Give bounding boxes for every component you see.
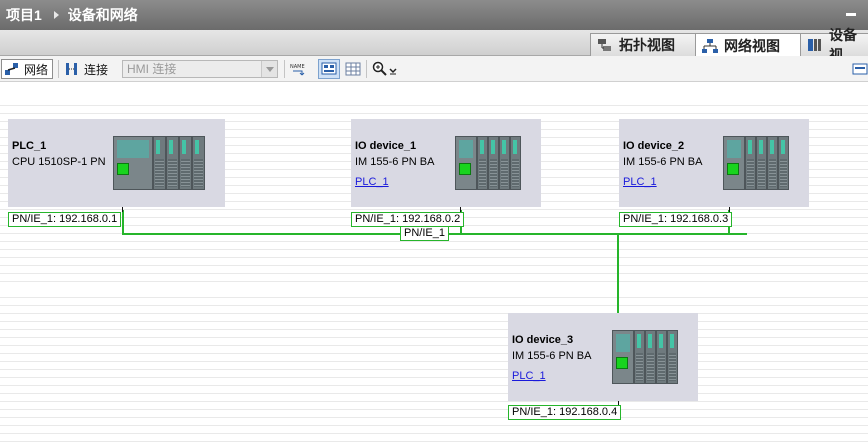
device-name: PLC_1 (12, 140, 47, 152)
ethernet-port-icon[interactable] (616, 357, 628, 369)
zoom-in-icon (372, 61, 388, 77)
connection-type-select[interactable]: HMI 连接 (122, 60, 278, 78)
zoom-dropdown-icon (388, 61, 398, 77)
network-view-canvas[interactable]: PLC_1 CPU 1510SP-1 PN IO device_1 IM 155… (0, 82, 868, 443)
topology-view-icon (597, 38, 613, 52)
grid-table-button[interactable] (345, 59, 365, 79)
tab-network-view[interactable]: 网络视图 (695, 33, 801, 57)
tab-topology-view[interactable]: 拓扑视图 (590, 33, 696, 56)
subnet-label[interactable]: PN/IE_1 (400, 226, 449, 241)
device-type: IM 155-6 PN BA (355, 156, 435, 168)
grid-band (0, 82, 868, 100)
interface-address-label[interactable]: PN/IE_1: 192.168.0.4 (508, 405, 622, 420)
show-names-button[interactable]: NAME (290, 59, 310, 79)
table-icon (345, 61, 361, 77)
panel-options-button[interactable] (852, 59, 868, 79)
device-plc-1[interactable]: PLC_1 CPU 1510SP-1 PN (8, 119, 225, 207)
tab-label: 拓扑视图 (619, 37, 675, 53)
network-icon (4, 61, 20, 77)
network-toolbar: 网络 连接 HMI 连接 NAME (0, 56, 868, 82)
network-label: 网络 (24, 62, 49, 77)
toolbar-separator (58, 60, 59, 78)
breadcrumb-arrow-icon (53, 11, 59, 19)
zoom-button[interactable] (372, 59, 402, 79)
view-tabs-bar: 拓扑视图 网络视图 设备视 (0, 27, 868, 63)
editor-title-bar: 项目1 设备和网络 (0, 0, 868, 30)
device-rack-image (723, 136, 789, 190)
minimize-icon[interactable] (846, 13, 856, 16)
connection-icon (64, 61, 80, 77)
device-name: IO device_1 (355, 140, 417, 152)
subnet-drop-plc1 (122, 210, 124, 235)
toolbar-separator (284, 60, 285, 78)
chevron-down-icon[interactable] (261, 61, 277, 77)
tab-label: 网络视图 (724, 37, 780, 54)
ethernet-port-icon[interactable] (117, 163, 129, 175)
panel-options-icon (852, 61, 868, 77)
name-icon-text: NAME (290, 64, 305, 70)
toolbar-separator (366, 60, 367, 78)
device-type: IM 155-6 PN BA (623, 156, 703, 168)
highlight-view-button[interactable] (318, 59, 340, 79)
device-type: CPU 1510SP-1 PN (12, 156, 106, 168)
device-view-icon (807, 38, 823, 52)
network-view-icon (702, 38, 718, 53)
interface-address-label[interactable]: PN/IE_1: 192.168.0.3 (619, 212, 733, 227)
assigned-controller-link[interactable]: PLC_1 (355, 176, 389, 188)
device-name: IO device_3 (512, 334, 574, 346)
device-io-device-1[interactable]: IO device_1 IM 155-6 PN BA PLC_1 (351, 119, 541, 207)
device-rack-image (612, 330, 678, 384)
page-title: 设备和网络 (67, 7, 138, 23)
name-label-icon: NAME (290, 61, 306, 77)
assigned-controller-link[interactable]: PLC_1 (512, 370, 546, 382)
view-toggle-icon (321, 61, 337, 77)
device-rack-image (113, 136, 205, 190)
interface-address-label[interactable]: PN/IE_1: 192.168.0.2 (351, 212, 465, 227)
connection-label: 连接 (84, 62, 109, 77)
assigned-controller-link[interactable]: PLC_1 (623, 176, 657, 188)
network-mode-button[interactable]: 网络 (1, 59, 54, 79)
device-io-device-3[interactable]: IO device_3 IM 155-6 PN BA PLC_1 (508, 313, 698, 401)
interface-address-label[interactable]: PN/IE_1: 192.168.0.1 (8, 212, 122, 227)
device-name: IO device_2 (623, 140, 685, 152)
connection-mode-button[interactable]: 连接 (64, 59, 108, 79)
device-rack-image (455, 136, 521, 190)
device-type: IM 155-6 PN BA (512, 350, 592, 362)
connection-type-value: HMI 连接 (127, 62, 177, 76)
ethernet-port-icon[interactable] (459, 163, 471, 175)
ethernet-port-icon[interactable] (727, 163, 739, 175)
tab-device-view[interactable]: 设备视 (800, 27, 868, 63)
grid-band (0, 284, 868, 294)
project-name[interactable]: 项目1 (0, 5, 42, 25)
device-io-device-2[interactable]: IO device_2 IM 155-6 PN BA PLC_1 (619, 119, 809, 207)
